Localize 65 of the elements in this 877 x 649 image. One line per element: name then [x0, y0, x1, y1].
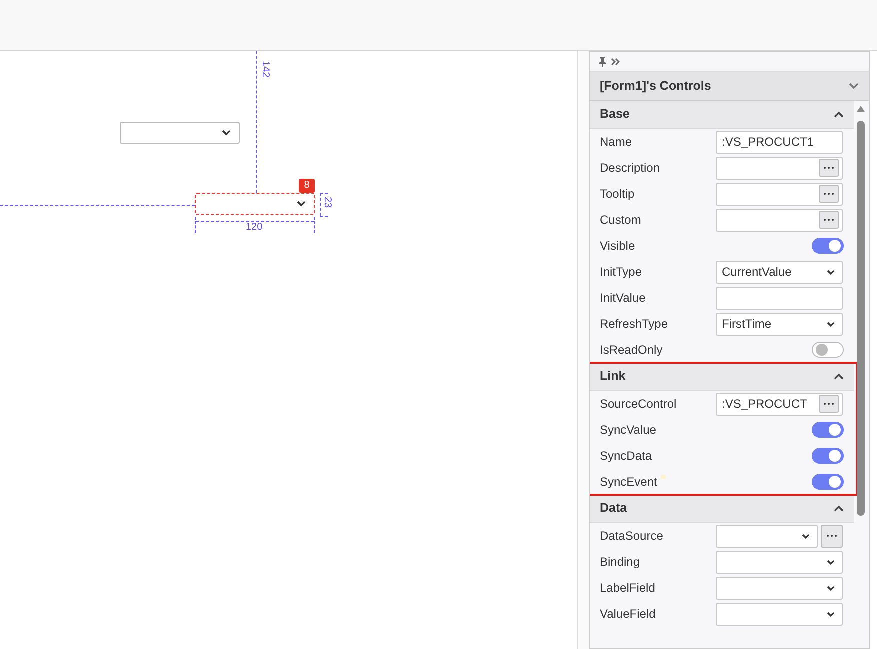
- dropdown-icon[interactable]: [827, 322, 835, 326]
- property-label: InitType: [600, 264, 644, 281]
- property-label: RefreshType: [600, 316, 670, 333]
- input-field[interactable]: [716, 602, 843, 626]
- toggle-switch[interactable]: [812, 342, 844, 358]
- property-label: SyncEvent: [600, 474, 658, 491]
- dropdown-icon[interactable]: [827, 270, 835, 274]
- input-field[interactable]: FirstTime: [716, 312, 843, 336]
- property-label: LabelField: [600, 580, 656, 597]
- dropdown-icon[interactable]: [827, 586, 835, 590]
- input-field[interactable]: CurrentValue: [716, 260, 843, 284]
- input-field[interactable]: [716, 286, 843, 310]
- property-label: IsReadOnly: [600, 342, 664, 359]
- input-field[interactable]: [716, 576, 843, 600]
- panel-title: [Form1]'s Controls: [600, 78, 712, 95]
- section-header[interactable]: Data: [590, 495, 854, 523]
- property-label: ValueField: [600, 606, 657, 623]
- pin-icon[interactable]: [598, 56, 607, 66]
- dimension-label: 120: [246, 223, 263, 233]
- dropdown-icon[interactable]: [827, 612, 835, 616]
- combo-box[interactable]: [195, 193, 315, 215]
- scrollbar-thumb[interactable]: [857, 121, 865, 516]
- input-field[interactable]: [716, 156, 843, 180]
- ellipsis-button[interactable]: [819, 211, 839, 229]
- ellipsis-button[interactable]: [819, 159, 839, 177]
- property-label: DataSource: [600, 528, 664, 545]
- ellipsis-button[interactable]: [819, 185, 839, 203]
- input-field[interactable]: :VS_PROCUCT: [716, 392, 843, 416]
- property-label: Description: [600, 160, 662, 177]
- section-header[interactable]: Link: [590, 363, 854, 391]
- collapse-icon[interactable]: [834, 373, 844, 380]
- section-title: Base: [600, 106, 630, 124]
- property-label: Name: [600, 134, 634, 151]
- input-field[interactable]: [716, 524, 818, 548]
- section-title: Link: [600, 368, 626, 386]
- property-label: SyncData: [600, 448, 654, 465]
- collapse-icon[interactable]: [834, 505, 844, 512]
- property-label: Tooltip: [600, 186, 636, 203]
- input-field[interactable]: [716, 208, 843, 232]
- input-field[interactable]: [716, 550, 843, 574]
- toggle-switch[interactable]: [812, 422, 844, 438]
- property-label: SyncValue: [600, 422, 658, 439]
- property-label: InitValue: [600, 290, 647, 307]
- property-label: Binding: [600, 554, 642, 571]
- panel-header[interactable]: [Form1]'s Controls: [590, 72, 869, 101]
- dropdown-icon[interactable]: [802, 534, 810, 538]
- dimension-label: 142: [260, 61, 270, 78]
- double-chevron-icon[interactable]: [611, 58, 620, 66]
- section-title: Data: [600, 500, 628, 518]
- property-label: SourceControl: [600, 396, 678, 413]
- scroll-up-icon[interactable]: [857, 106, 865, 112]
- ellipsis-button[interactable]: [819, 395, 839, 413]
- collapse-icon[interactable]: [849, 82, 859, 90]
- toggle-switch[interactable]: [812, 474, 844, 490]
- input-field[interactable]: [716, 182, 843, 206]
- property-label: Custom: [600, 212, 642, 229]
- dropdown-icon[interactable]: [827, 560, 835, 564]
- dimension-label: 23: [322, 197, 332, 208]
- property-label: Visible: [600, 238, 636, 255]
- input-field[interactable]: :VS_PROCUCT1: [716, 130, 843, 154]
- count-badge: 8: [299, 179, 315, 193]
- collapse-icon[interactable]: [834, 111, 844, 118]
- section-header[interactable]: Base: [590, 101, 854, 129]
- toggle-switch[interactable]: [812, 448, 844, 464]
- toggle-switch[interactable]: [812, 238, 844, 254]
